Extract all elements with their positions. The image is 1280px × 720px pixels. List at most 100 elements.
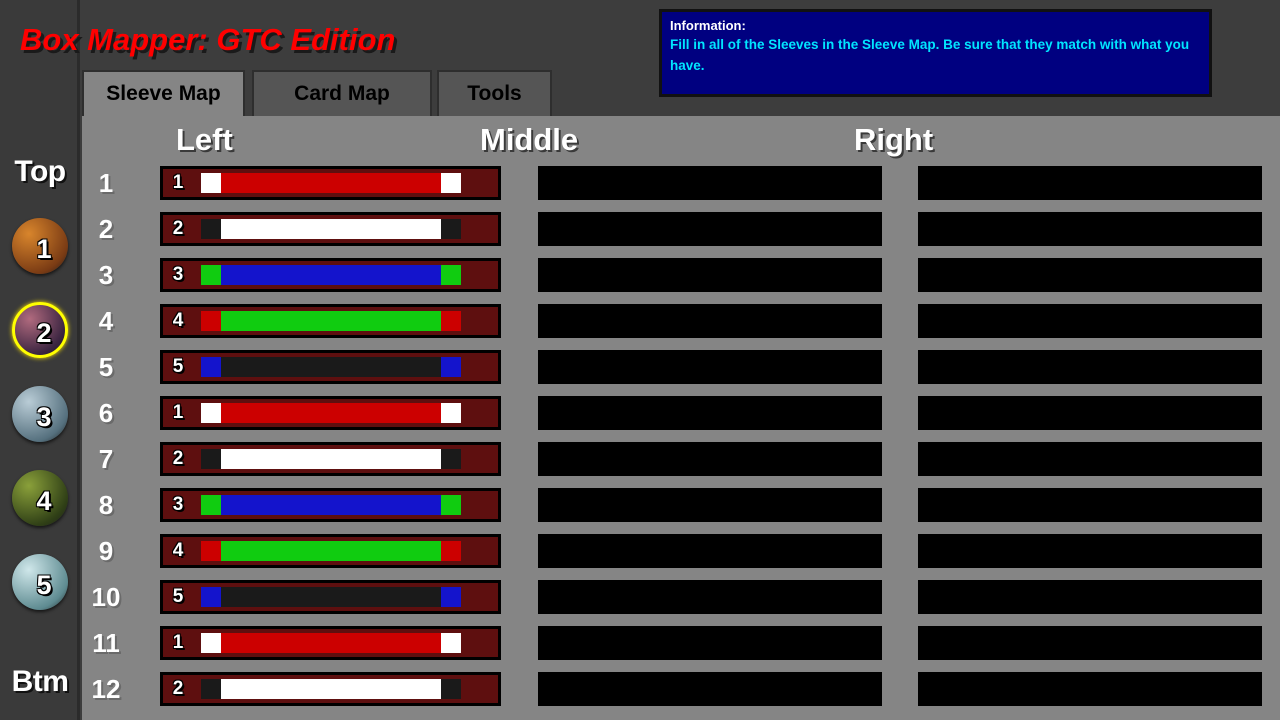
sleeve-slot-middle[interactable]: [538, 304, 882, 338]
sleeve-slot-middle[interactable]: [538, 396, 882, 430]
sleeve-slot-left[interactable]: 1: [160, 396, 501, 430]
sleeve-color-bar: [201, 265, 461, 285]
sleeve-bar-cap-right: [441, 357, 461, 377]
sleeve-slot-middle[interactable]: [538, 166, 882, 200]
sleeve-slot-right[interactable]: [918, 488, 1262, 522]
sleeve-slot-right[interactable]: [918, 350, 1262, 384]
rail-avatar-number: 5: [36, 569, 52, 600]
sleeve-slot-left[interactable]: 5: [160, 580, 501, 614]
sleeve-slot-left[interactable]: 5: [160, 350, 501, 384]
sleeve-slot-middle[interactable]: [538, 350, 882, 384]
rail-avatar-4[interactable]: 4: [12, 470, 68, 526]
sleeve-bar-cap-right: [441, 265, 461, 285]
sleeve-slot-left[interactable]: 3: [160, 488, 501, 522]
sleeve-slot-middle[interactable]: [538, 212, 882, 246]
information-box: Information: Fill in all of the Sleeves …: [659, 9, 1212, 97]
tab-label: Tools: [467, 82, 522, 105]
rail-top-label: Top: [14, 155, 66, 188]
sleeve-bar-middle: [221, 495, 441, 515]
sleeve-slot-left[interactable]: 4: [160, 534, 501, 568]
row-number: 8: [98, 490, 114, 520]
information-text: Fill in all of the Sleeves in the Sleeve…: [670, 37, 1190, 73]
row-number: 4: [98, 306, 114, 336]
sleeve-number-badge: 2: [172, 448, 184, 469]
sleeve-slot-middle[interactable]: [538, 580, 882, 614]
sleeve-color-bar: [201, 587, 461, 607]
sleeve-number-badge: 3: [172, 264, 184, 285]
sleeve-slot-right[interactable]: [918, 672, 1262, 706]
sleeve-bar-cap-left: [201, 679, 221, 699]
sleeve-bar-cap-right: [441, 219, 461, 239]
sleeve-color-bar: [201, 173, 461, 193]
sleeve-bar-cap-right: [441, 587, 461, 607]
sleeve-slot-left[interactable]: 2: [160, 442, 501, 476]
sleeve-slot-left[interactable]: 4: [160, 304, 501, 338]
row-number: 11: [92, 628, 120, 658]
sleeve-bar-cap-right: [441, 403, 461, 423]
sleeve-color-bar: [201, 219, 461, 239]
sleeve-bar-cap-right: [441, 541, 461, 561]
sleeve-slot-left[interactable]: 1: [160, 166, 501, 200]
sleeve-bar-cap-left: [201, 449, 221, 469]
sleeve-slot-right[interactable]: [918, 258, 1262, 292]
sleeve-color-bar: [201, 541, 461, 561]
sleeve-slot-left[interactable]: 2: [160, 212, 501, 246]
sleeve-slot-middle[interactable]: [538, 488, 882, 522]
rail-avatar-3[interactable]: 3: [12, 386, 68, 442]
sleeve-number-badge: 2: [172, 218, 184, 239]
tab-sleeve-map[interactable]: Sleeve Map: [82, 70, 245, 118]
sleeve-number-badge: 3: [172, 494, 184, 515]
sleeve-bar-cap-left: [201, 633, 221, 653]
sleeve-bar-cap-left: [201, 357, 221, 377]
sleeve-slot-middle[interactable]: [538, 442, 882, 476]
sleeve-number-badge: 4: [172, 310, 184, 331]
row-number: 2: [98, 214, 114, 244]
sleeve-number-badge: 5: [172, 356, 184, 377]
sleeve-bar-cap-left: [201, 587, 221, 607]
sleeve-number-badge: 4: [172, 540, 184, 561]
sleeve-color-bar: [201, 311, 461, 331]
sleeve-bar-cap-right: [441, 449, 461, 469]
sleeve-slot-right[interactable]: [918, 626, 1262, 660]
rail-bottom-label: Btm: [11, 665, 69, 698]
column-header-middle: Middle: [480, 122, 579, 157]
sleeve-slot-middle[interactable]: [538, 626, 882, 660]
sleeve-slot-left[interactable]: 3: [160, 258, 501, 292]
sleeve-color-bar: [201, 357, 461, 377]
rail-avatar-1[interactable]: 1: [12, 218, 68, 274]
column-header-right: Right: [854, 122, 934, 157]
sleeve-bar-middle: [221, 265, 441, 285]
sleeve-number-badge: 2: [172, 678, 184, 699]
sleeve-slot-left[interactable]: 1: [160, 626, 501, 660]
sleeve-color-bar: [201, 449, 461, 469]
sleeve-slot-right[interactable]: [918, 580, 1262, 614]
sleeve-bar-middle: [221, 403, 441, 423]
sleeve-slot-right[interactable]: [918, 212, 1262, 246]
rail-avatar-5[interactable]: 5: [12, 554, 68, 610]
row-number: 10: [91, 582, 121, 612]
sleeve-bar-cap-left: [201, 541, 221, 561]
sleeve-number-badge: 1: [172, 402, 184, 423]
sleeve-bar-cap-left: [201, 495, 221, 515]
rail-avatar-number: 1: [36, 233, 52, 264]
row-number: 7: [98, 444, 114, 474]
information-label: Information:: [670, 18, 746, 33]
sleeve-bar-middle: [221, 357, 441, 377]
sleeve-slot-right[interactable]: [918, 534, 1262, 568]
sleeve-bar-cap-right: [441, 311, 461, 331]
sleeve-slot-right[interactable]: [918, 166, 1262, 200]
sleeve-slot-right[interactable]: [918, 304, 1262, 338]
sleeve-slot-right[interactable]: [918, 396, 1262, 430]
sleeve-slot-left[interactable]: 2: [160, 672, 501, 706]
sleeve-slot-right[interactable]: [918, 442, 1262, 476]
sleeve-slot-middle[interactable]: [538, 672, 882, 706]
tab-tools[interactable]: Tools: [437, 70, 552, 118]
rail-avatar-number: 2: [36, 317, 52, 348]
sleeve-bar-middle: [221, 679, 441, 699]
tab-card-map[interactable]: Card Map: [252, 70, 432, 118]
rail-avatar-number: 4: [36, 485, 52, 516]
sleeve-slot-middle[interactable]: [538, 534, 882, 568]
sleeve-slot-middle[interactable]: [538, 258, 882, 292]
rail-avatar-2[interactable]: 2: [12, 302, 68, 358]
sleeve-bar-cap-left: [201, 173, 221, 193]
